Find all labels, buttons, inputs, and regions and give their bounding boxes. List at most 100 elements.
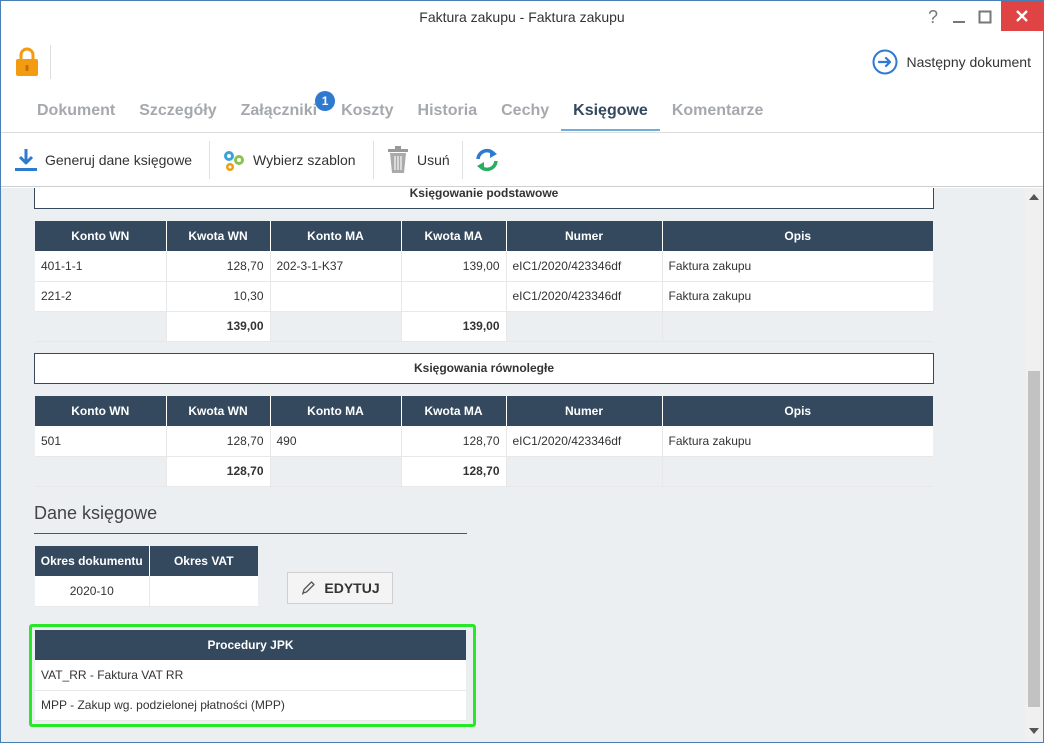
dane-ksiegowe-heading: Dane księgowe: [34, 503, 158, 523]
sum-empty-cell: [270, 456, 402, 487]
edit-button[interactable]: EDYTUJ: [287, 572, 393, 604]
maximize-button[interactable]: [973, 5, 997, 29]
tab-szczegoly[interactable]: Szczegóły: [127, 95, 228, 131]
sum-empty-cell: [662, 456, 933, 487]
cell-kwota-wn: 128,70: [166, 251, 271, 282]
tab-ksiegowe[interactable]: Księgowe: [561, 95, 660, 131]
sum-empty-cell: [270, 311, 402, 342]
minimize-button[interactable]: [947, 5, 971, 29]
column-header: Opis: [662, 221, 933, 251]
scroll-up-arrow-icon[interactable]: [1029, 194, 1039, 200]
app-window: Faktura zakupu - Faktura zakupu ? Następ…: [0, 0, 1044, 743]
okres-table: Okres dokumentu Okres VAT 2020-10: [35, 546, 258, 607]
table-row[interactable]: VAT_RR - Faktura VAT RR: [35, 660, 466, 691]
title-bar: Faktura zakupu - Faktura zakupu ?: [1, 1, 1043, 33]
column-header: Kwota WN: [166, 221, 271, 251]
cell-konto-wn: 401-1-1: [35, 251, 167, 282]
section-title-podstawowe: Księgowanie podstawowe: [34, 188, 934, 209]
sum-kwota-ma: 128,70: [401, 456, 507, 487]
generate-button[interactable]: Generuj dane księgowe: [13, 145, 192, 175]
jpk-procedure-item: VAT_RR - Faktura VAT RR: [35, 660, 466, 691]
cell-opis: Faktura zakupu: [662, 281, 933, 312]
table-header-row: Procedury JPK: [35, 630, 466, 660]
generate-label: Generuj dane księgowe: [45, 152, 193, 168]
table-row[interactable]: MPP - Zakup wg. podzielonej płatności (M…: [35, 690, 466, 721]
table-header-row: Konto WN Kwota WN Konto MA Kwota MA Nume…: [35, 221, 933, 251]
tab-koszty[interactable]: Koszty: [329, 95, 405, 131]
next-document-label: Następny dokument: [906, 54, 1031, 70]
vertical-scrollbar[interactable]: [1025, 188, 1043, 742]
cell-kwota-wn: 10,30: [166, 281, 271, 312]
cell-kwota-ma: 128,70: [401, 426, 507, 457]
cell-kwota-wn: 128,70: [166, 426, 271, 457]
cell-konto-ma: 490: [270, 426, 402, 457]
table-header-row: Okres dokumentu Okres VAT: [35, 546, 258, 576]
scroll-thumb[interactable]: [1028, 371, 1040, 707]
cell-konto-wn: 221-2: [35, 281, 167, 312]
delete-button[interactable]: Usuń: [385, 145, 450, 175]
column-header: Procedury JPK: [35, 630, 466, 660]
tab-dokument[interactable]: Dokument: [25, 95, 127, 131]
table-row[interactable]: 221-2 10,30 eIC1/2020/423346df Faktura z…: [35, 281, 933, 312]
dane-ksiegowe-divider: [34, 533, 467, 534]
refresh-icon: [476, 148, 498, 172]
scroll-down-arrow-icon[interactable]: [1029, 728, 1039, 734]
lock-icon[interactable]: [15, 47, 39, 77]
cell-opis: Faktura zakupu: [662, 251, 933, 282]
table-row[interactable]: 401-1-1 128,70 202-3-1-K37 139,00 eIC1/2…: [35, 251, 933, 282]
tab-zalaczniki[interactable]: Załączniki 1: [229, 91, 336, 131]
column-header: Konto WN: [35, 396, 167, 426]
procedury-jpk-table: Procedury JPK VAT_RR - Faktura VAT RR MP…: [35, 630, 466, 721]
edit-label: EDYTUJ: [324, 580, 380, 596]
ksiegowe-content[interactable]: Księgowanie podstawowe Konto WN Kwota WN…: [1, 188, 1025, 742]
cell-numer: eIC1/2020/423346df: [506, 281, 663, 312]
cell-kwota-ma: [401, 281, 507, 312]
delete-label: Usuń: [417, 152, 450, 168]
next-document-button[interactable]: Następny dokument: [872, 49, 1031, 75]
jpk-procedure-item: MPP - Zakup wg. podzielonej płatności (M…: [35, 690, 466, 721]
column-header: Numer: [506, 221, 663, 251]
toolbar-divider: [373, 141, 374, 179]
table-header-row: Konto WN Kwota WN Konto MA Kwota MA Nume…: [35, 396, 933, 426]
table-row[interactable]: 501 128,70 490 128,70 eIC1/2020/423346df…: [35, 426, 933, 457]
sum-kwota-wn: 128,70: [166, 456, 271, 487]
column-header: Kwota WN: [166, 396, 271, 426]
tab-bar: Dokument Szczegóły Załączniki 1 Koszty H…: [25, 91, 776, 131]
maximize-icon: [978, 10, 992, 24]
column-header: Numer: [506, 396, 663, 426]
column-header: Kwota MA: [401, 221, 507, 251]
column-header: Opis: [662, 396, 933, 426]
trash-icon: [388, 146, 408, 173]
sum-empty-cell: [35, 456, 167, 487]
table-sum-row: 128,70 128,70: [35, 456, 933, 487]
cell-numer: eIC1/2020/423346df: [506, 251, 663, 282]
tab-historia[interactable]: Historia: [406, 95, 490, 131]
template-button[interactable]: Wybierz szablon: [221, 145, 356, 175]
refresh-button[interactable]: [473, 145, 501, 175]
tab-komentarze[interactable]: Komentarze: [660, 95, 776, 131]
table-sum-row: 139,00 139,00: [35, 311, 933, 342]
column-header: Konto WN: [35, 221, 167, 251]
column-header: Okres dokumentu: [35, 546, 150, 576]
toolbar: Generuj dane księgowe Wybierz szablon Us…: [1, 132, 1043, 187]
cell-konto-ma: 202-3-1-K37: [270, 251, 402, 282]
download-icon: [15, 149, 37, 171]
header-divider: [50, 45, 51, 79]
cell-opis: Faktura zakupu: [662, 426, 933, 457]
window-title: Faktura zakupu - Faktura zakupu: [419, 9, 625, 25]
cell-kwota-ma: 139,00: [401, 251, 507, 282]
tab-zalaczniki-label: Załączniki: [240, 102, 318, 119]
close-button[interactable]: [1001, 1, 1043, 31]
column-header: Kwota MA: [401, 396, 507, 426]
template-label: Wybierz szablon: [253, 152, 356, 168]
cell-konto-wn: 501: [35, 426, 167, 457]
close-icon: [1016, 10, 1028, 22]
help-button[interactable]: ?: [921, 5, 945, 29]
cell-okres-dokumentu: 2020-10: [35, 576, 150, 607]
table-row[interactable]: 2020-10: [35, 576, 258, 607]
sum-kwota-ma: 139,00: [401, 311, 507, 342]
tab-cechy[interactable]: Cechy: [489, 95, 561, 131]
ksiegowania-rownolegle-table: Konto WN Kwota WN Konto MA Kwota MA Nume…: [35, 396, 933, 487]
toolbar-divider: [209, 141, 210, 179]
column-header: Konto MA: [270, 396, 402, 426]
